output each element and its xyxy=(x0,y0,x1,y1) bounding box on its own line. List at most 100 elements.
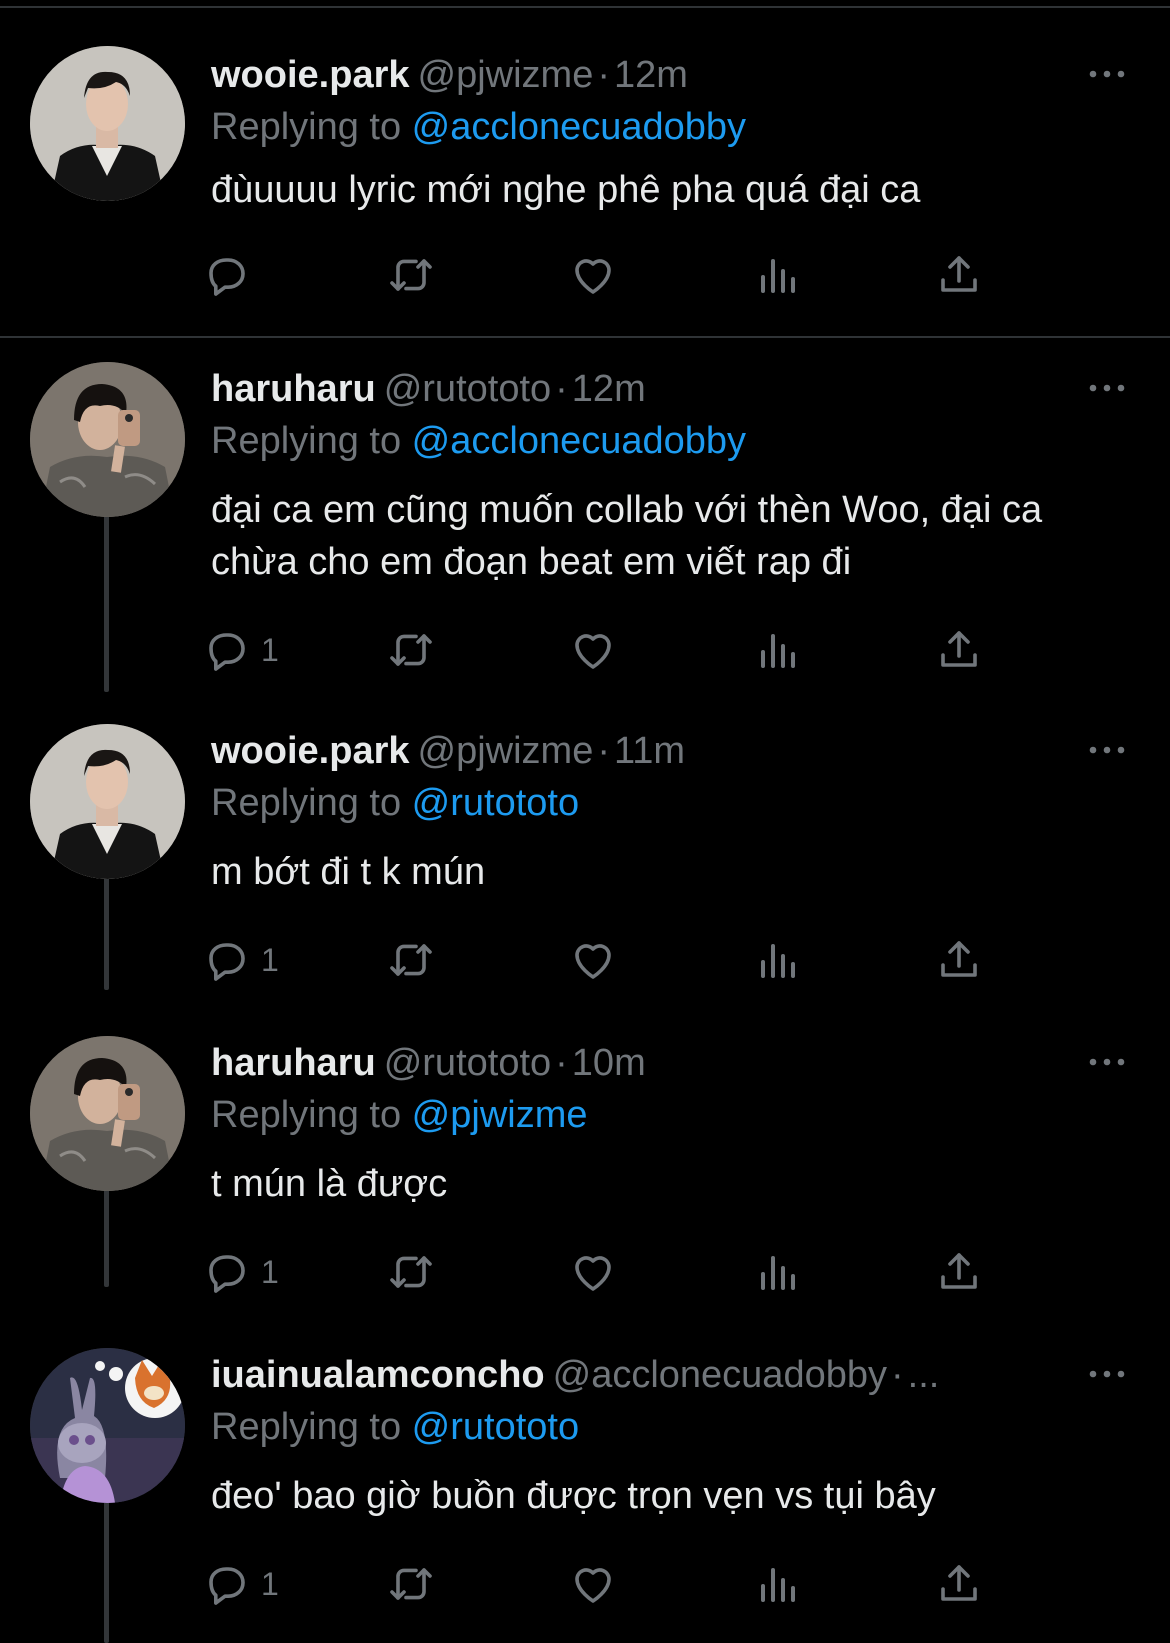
timestamp[interactable]: 12m xyxy=(572,368,646,410)
tweet-text: đeo' bao giờ buồn được trọn vẹn vs tụi b… xyxy=(211,1475,936,1517)
tweet-header: iuainualamconcho @acclonecuadobby ·... xyxy=(211,1356,939,1394)
replying-to: Replying to @rutototo xyxy=(211,1408,579,1446)
replying-prefix: Replying to xyxy=(211,420,412,462)
replying-prefix: Replying to xyxy=(211,106,412,148)
user-handle[interactable]: @pjwizme xyxy=(418,730,594,772)
reply-icon xyxy=(203,251,251,299)
retweet-button[interactable] xyxy=(387,250,435,300)
action-bar: 1 xyxy=(211,1247,1041,1297)
retweet-button[interactable] xyxy=(387,935,435,985)
reply-count: 1 xyxy=(261,631,279,668)
views-button[interactable] xyxy=(753,1559,801,1609)
separator: · xyxy=(890,1354,904,1396)
user-handle[interactable]: @rutototo xyxy=(384,1042,551,1084)
thread-line xyxy=(104,494,109,692)
views-button[interactable] xyxy=(753,1247,801,1297)
heart-icon xyxy=(569,936,617,984)
timestamp[interactable]: ... xyxy=(908,1354,940,1396)
mention-link[interactable]: @acclonecuadobby xyxy=(412,106,746,148)
reply-count: 1 xyxy=(261,941,279,978)
replying-prefix: Replying to xyxy=(211,782,412,824)
like-button[interactable] xyxy=(569,625,617,675)
display-name[interactable]: haruharu xyxy=(211,1042,376,1084)
mention-link[interactable]: @rutototo xyxy=(412,1406,579,1448)
action-bar: 1 xyxy=(211,1559,1041,1609)
reply-button[interactable]: 1 xyxy=(203,935,279,985)
timestamp[interactable]: 11m xyxy=(614,730,685,772)
avatar[interactable] xyxy=(30,362,185,517)
views-button[interactable] xyxy=(753,250,801,300)
reply-icon xyxy=(203,936,251,984)
tweet-header: wooie.park @pjwizme · 11m xyxy=(211,732,685,770)
replying-to: Replying to @rutototo xyxy=(211,784,579,822)
user-handle[interactable]: @pjwizme xyxy=(418,54,594,96)
reply-count: 1 xyxy=(261,1565,279,1602)
more-icon[interactable] xyxy=(1085,1364,1129,1384)
display-name[interactable]: iuainualamconcho xyxy=(211,1354,545,1396)
timestamp[interactable]: 10m xyxy=(572,1042,646,1084)
like-button[interactable] xyxy=(569,1247,617,1297)
more-icon[interactable] xyxy=(1085,740,1129,760)
views-button[interactable] xyxy=(753,625,801,675)
avatar[interactable] xyxy=(30,1348,185,1503)
share-button[interactable] xyxy=(935,1559,983,1609)
avatar[interactable] xyxy=(30,724,185,879)
reply-icon xyxy=(203,1248,251,1296)
action-bar: 1 xyxy=(211,625,1041,675)
retweet-icon xyxy=(387,1248,435,1296)
share-icon xyxy=(935,1560,983,1608)
share-icon xyxy=(935,251,983,299)
more-icon[interactable] xyxy=(1085,378,1129,398)
views-icon xyxy=(753,1560,801,1608)
tweet-header: wooie.park @pjwizme · 12m xyxy=(211,56,688,94)
heart-icon xyxy=(569,251,617,299)
more-icon[interactable] xyxy=(1085,1052,1129,1072)
like-button[interactable] xyxy=(569,935,617,985)
display-name[interactable]: haruharu xyxy=(211,368,376,410)
tweet-text: m bớt đi t k mún xyxy=(211,851,486,893)
tweet-header: haruharu @rutototo · 12m xyxy=(211,370,646,408)
tweet-text: t mún là được xyxy=(211,1163,448,1205)
retweet-icon xyxy=(387,1560,435,1608)
divider xyxy=(0,336,1170,338)
avatar[interactable] xyxy=(30,1036,185,1191)
user-handle[interactable]: @acclonecuadobby xyxy=(553,1354,887,1396)
separator: · xyxy=(597,730,610,772)
replying-prefix: Replying to xyxy=(211,1406,412,1448)
reply-button[interactable] xyxy=(203,250,261,300)
mention-link[interactable]: @rutototo xyxy=(412,782,579,824)
action-bar xyxy=(211,250,1041,300)
avatar[interactable] xyxy=(30,46,185,201)
views-button[interactable] xyxy=(753,935,801,985)
views-icon xyxy=(753,251,801,299)
timestamp[interactable]: 12m xyxy=(614,54,688,96)
reply-button[interactable]: 1 xyxy=(203,625,279,675)
share-icon xyxy=(935,626,983,674)
retweet-button[interactable] xyxy=(387,625,435,675)
mention-link[interactable]: @pjwizme xyxy=(412,1094,588,1136)
tweet-header: haruharu @rutototo · 10m xyxy=(211,1044,646,1082)
mention-link[interactable]: @acclonecuadobby xyxy=(412,420,746,462)
user-handle[interactable]: @rutototo xyxy=(384,368,551,410)
display-name[interactable]: wooie.park xyxy=(211,730,410,772)
like-button[interactable] xyxy=(569,250,617,300)
share-button[interactable] xyxy=(935,1247,983,1297)
more-icon[interactable] xyxy=(1085,64,1129,84)
reply-icon xyxy=(203,1560,251,1608)
retweet-button[interactable] xyxy=(387,1247,435,1297)
share-button[interactable] xyxy=(935,625,983,675)
replying-to: Replying to @pjwizme xyxy=(211,1096,588,1134)
replying-prefix: Replying to xyxy=(211,1094,412,1136)
reply-button[interactable]: 1 xyxy=(203,1559,279,1609)
share-button[interactable] xyxy=(935,935,983,985)
separator: · xyxy=(555,1042,568,1084)
retweet-icon xyxy=(387,251,435,299)
display-name[interactable]: wooie.park xyxy=(211,54,410,96)
reply-button[interactable]: 1 xyxy=(203,1247,279,1297)
share-icon xyxy=(935,936,983,984)
retweet-button[interactable] xyxy=(387,1559,435,1609)
like-button[interactable] xyxy=(569,1559,617,1609)
tweet-text: đại ca em cũng muốn collab với thèn Woo,… xyxy=(211,489,1043,583)
views-icon xyxy=(753,626,801,674)
share-button[interactable] xyxy=(935,250,983,300)
